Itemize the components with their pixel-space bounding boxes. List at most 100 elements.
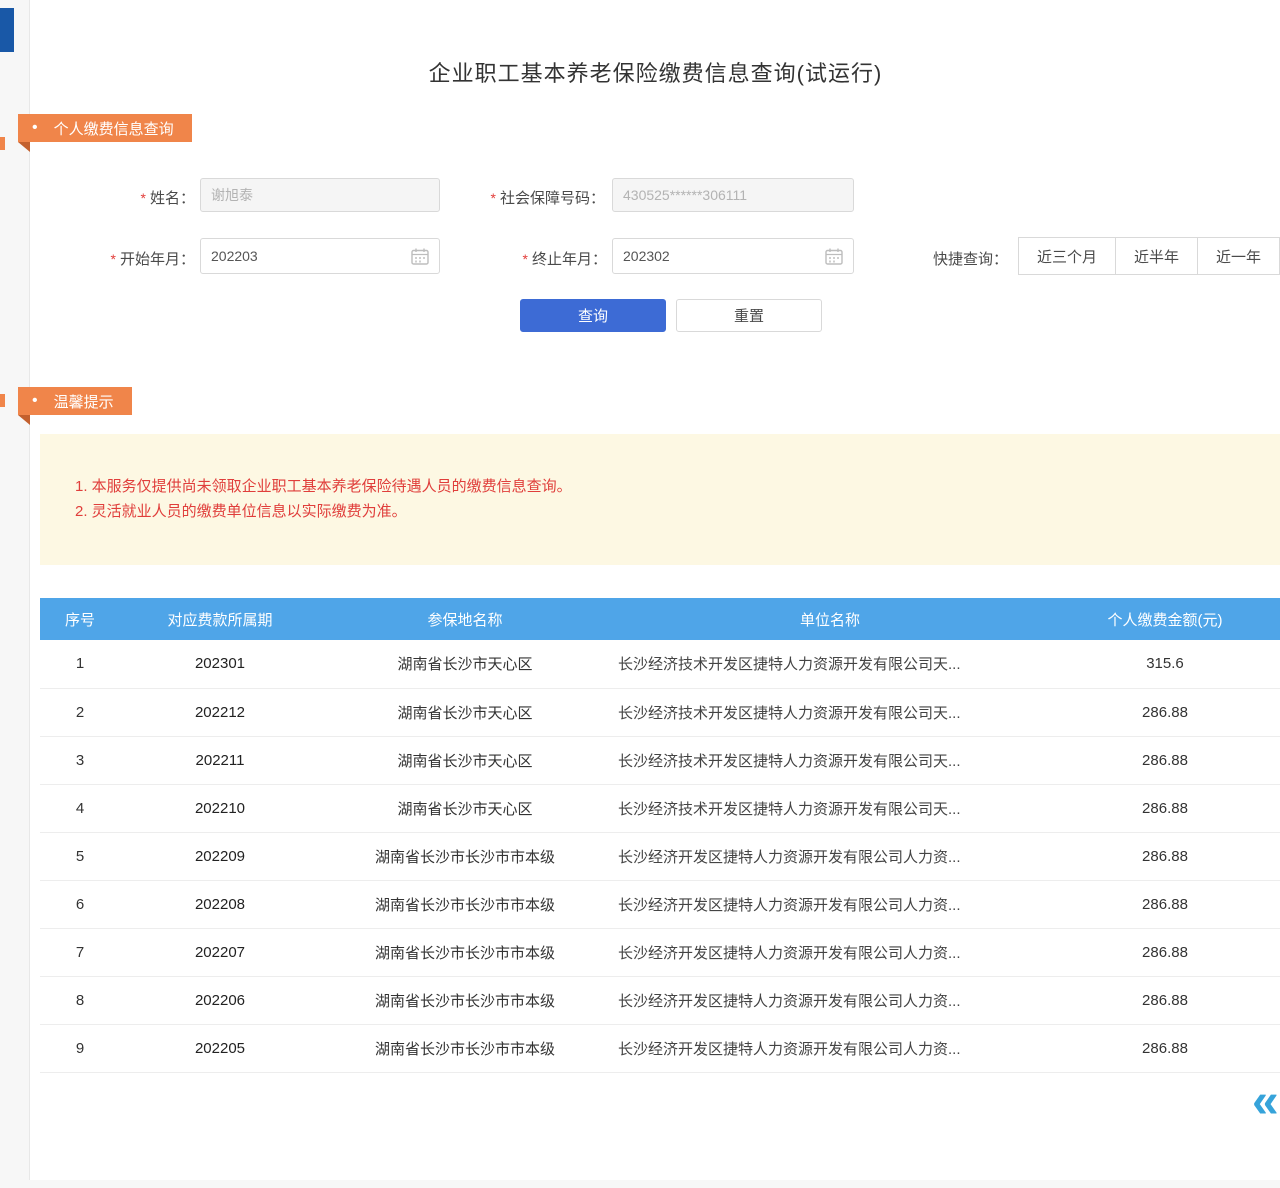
name-field[interactable]: [200, 178, 440, 212]
table-cell: 长沙经济技术开发区捷特人力资源开发有限公司天...: [610, 688, 1050, 736]
start-month-input[interactable]: [211, 248, 411, 264]
table-row: 3202211湖南省长沙市天心区长沙经济技术开发区捷特人力资源开发有限公司天..…: [40, 736, 1280, 784]
table-header-cell: 单位名称: [610, 598, 1050, 640]
quick-btn-halfyear[interactable]: 近半年: [1115, 237, 1198, 275]
ssn-field[interactable]: [612, 178, 854, 212]
page: 企业职工基本养老保险缴费信息查询(试运行) • 个人缴费信息查询 *姓名： *社…: [0, 0, 1280, 1188]
table-row: 1202301湖南省长沙市天心区长沙经济技术开发区捷特人力资源开发有限公司天..…: [40, 640, 1280, 688]
table-cell: 湖南省长沙市天心区: [320, 784, 610, 832]
notice-box: 1. 本服务仅提供尚未领取企业职工基本养老保险待遇人员的缴费信息查询。 2. 灵…: [40, 434, 1280, 565]
table-cell: 长沙经济技术开发区捷特人力资源开发有限公司天...: [610, 784, 1050, 832]
table-cell: 202301: [120, 640, 320, 688]
table-cell: 长沙经济开发区捷特人力资源开发有限公司人力资...: [610, 832, 1050, 880]
table-row: 9202205湖南省长沙市长沙市市本级长沙经济开发区捷特人力资源开发有限公司人力…: [40, 1024, 1280, 1072]
quick-btn-1year[interactable]: 近一年: [1197, 237, 1280, 275]
table-header-cell: 参保地名称: [320, 598, 610, 640]
table-cell: 286.88: [1050, 880, 1280, 928]
section-badge-label: 温馨提示: [54, 391, 114, 412]
calendar-icon[interactable]: [825, 248, 843, 265]
table-row: 8202206湖南省长沙市长沙市市本级长沙经济开发区捷特人力资源开发有限公司人力…: [40, 976, 1280, 1024]
table-cell: 202210: [120, 784, 320, 832]
section-badge-tips: • 温馨提示: [18, 387, 132, 415]
bullet-icon: •: [32, 393, 38, 409]
table-cell: 286.88: [1050, 688, 1280, 736]
section-badge-label: 个人缴费信息查询: [54, 118, 174, 139]
table-cell: 湖南省长沙市天心区: [320, 640, 610, 688]
payment-table-body: 1202301湖南省长沙市天心区长沙经济技术开发区捷特人力资源开发有限公司天..…: [40, 640, 1280, 1072]
table-header-row: 序号对应费款所属期参保地名称单位名称个人缴费金额(元): [40, 598, 1280, 640]
page-title: 企业职工基本养老保险缴费信息查询(试运行): [30, 56, 1280, 88]
end-month-input[interactable]: [623, 248, 825, 264]
query-button[interactable]: 查询: [520, 299, 666, 332]
collapse-chevron-icon[interactable]: «: [1252, 1078, 1279, 1126]
notice-line: 1. 本服务仅提供尚未领取企业职工基本养老保险待遇人员的缴费信息查询。: [75, 474, 1280, 499]
required-asterisk: *: [111, 251, 116, 267]
table-header-cell: 序号: [40, 598, 120, 640]
table-cell: 长沙经济技术开发区捷特人力资源开发有限公司天...: [610, 736, 1050, 784]
required-asterisk: *: [491, 190, 496, 206]
page-left-gutter: [0, 0, 29, 1188]
table-cell: 286.88: [1050, 736, 1280, 784]
table-cell: 湖南省长沙市长沙市市本级: [320, 928, 610, 976]
table-cell: 315.6: [1050, 640, 1280, 688]
sidebar-stub[interactable]: [0, 8, 14, 52]
table-row: 5202209湖南省长沙市长沙市市本级长沙经济开发区捷特人力资源开发有限公司人力…: [40, 832, 1280, 880]
table-cell: 286.88: [1050, 832, 1280, 880]
ssn-label: *社会保障号码：: [455, 187, 605, 208]
table-cell: 湖南省长沙市长沙市市本级: [320, 976, 610, 1024]
notice-line: 2. 灵活就业人员的缴费单位信息以实际缴费为准。: [75, 499, 1280, 524]
bullet-icon: •: [32, 120, 38, 136]
quick-btn-3months[interactable]: 近三个月: [1018, 237, 1116, 275]
table-cell: 202211: [120, 736, 320, 784]
end-month-label: *终止年月：: [497, 248, 607, 269]
start-month-label: *开始年月：: [85, 248, 195, 269]
table-cell: 6: [40, 880, 120, 928]
table-row: 7202207湖南省长沙市长沙市市本级长沙经济开发区捷特人力资源开发有限公司人力…: [40, 928, 1280, 976]
table-cell: 5: [40, 832, 120, 880]
calendar-icon[interactable]: [411, 248, 429, 265]
table-cell: 286.88: [1050, 928, 1280, 976]
reset-button[interactable]: 重置: [676, 299, 822, 332]
clipped-badge-fragment: [0, 394, 5, 407]
name-label: *姓名：: [90, 187, 195, 208]
table-cell: 湖南省长沙市天心区: [320, 688, 610, 736]
table-cell: 湖南省长沙市长沙市市本级: [320, 832, 610, 880]
table-cell: 8: [40, 976, 120, 1024]
table-cell: 202208: [120, 880, 320, 928]
table-header-cell: 对应费款所属期: [120, 598, 320, 640]
table-cell: 202209: [120, 832, 320, 880]
required-asterisk: *: [523, 251, 528, 267]
table-row: 4202210湖南省长沙市天心区长沙经济技术开发区捷特人力资源开发有限公司天..…: [40, 784, 1280, 832]
table-cell: 1: [40, 640, 120, 688]
table-cell: 202212: [120, 688, 320, 736]
table-cell: 湖南省长沙市天心区: [320, 736, 610, 784]
table-row: 2202212湖南省长沙市天心区长沙经济技术开发区捷特人力资源开发有限公司天..…: [40, 688, 1280, 736]
section-badge-personal-query: • 个人缴费信息查询: [18, 114, 192, 142]
table-cell: 2: [40, 688, 120, 736]
table-cell: 286.88: [1050, 1024, 1280, 1072]
table-cell: 3: [40, 736, 120, 784]
table-cell: 长沙经济开发区捷特人力资源开发有限公司人力资...: [610, 928, 1050, 976]
table-cell: 202206: [120, 976, 320, 1024]
table-cell: 长沙经济技术开发区捷特人力资源开发有限公司天...: [610, 640, 1050, 688]
clipped-badge-fragment: [0, 137, 5, 150]
table-cell: 202207: [120, 928, 320, 976]
table-cell: 286.88: [1050, 976, 1280, 1024]
table-cell: 9: [40, 1024, 120, 1072]
table-cell: 286.88: [1050, 784, 1280, 832]
quick-query-group: 近三个月 近半年 近一年: [1018, 237, 1280, 275]
table-cell: 4: [40, 784, 120, 832]
table-cell: 湖南省长沙市长沙市市本级: [320, 1024, 610, 1072]
payment-table: 序号对应费款所属期参保地名称单位名称个人缴费金额(元) 1202301湖南省长沙…: [40, 598, 1280, 1073]
table-row: 6202208湖南省长沙市长沙市市本级长沙经济开发区捷特人力资源开发有限公司人力…: [40, 880, 1280, 928]
quick-query-label: 快捷查询：: [933, 248, 1008, 269]
table-header-cell: 个人缴费金额(元): [1050, 598, 1280, 640]
table-cell: 202205: [120, 1024, 320, 1072]
table-cell: 7: [40, 928, 120, 976]
required-asterisk: *: [141, 190, 146, 206]
table-cell: 长沙经济开发区捷特人力资源开发有限公司人力资...: [610, 976, 1050, 1024]
table-cell: 长沙经济开发区捷特人力资源开发有限公司人力资...: [610, 880, 1050, 928]
start-month-picker[interactable]: [200, 238, 440, 274]
table-cell: 湖南省长沙市长沙市市本级: [320, 880, 610, 928]
end-month-picker[interactable]: [612, 238, 854, 274]
